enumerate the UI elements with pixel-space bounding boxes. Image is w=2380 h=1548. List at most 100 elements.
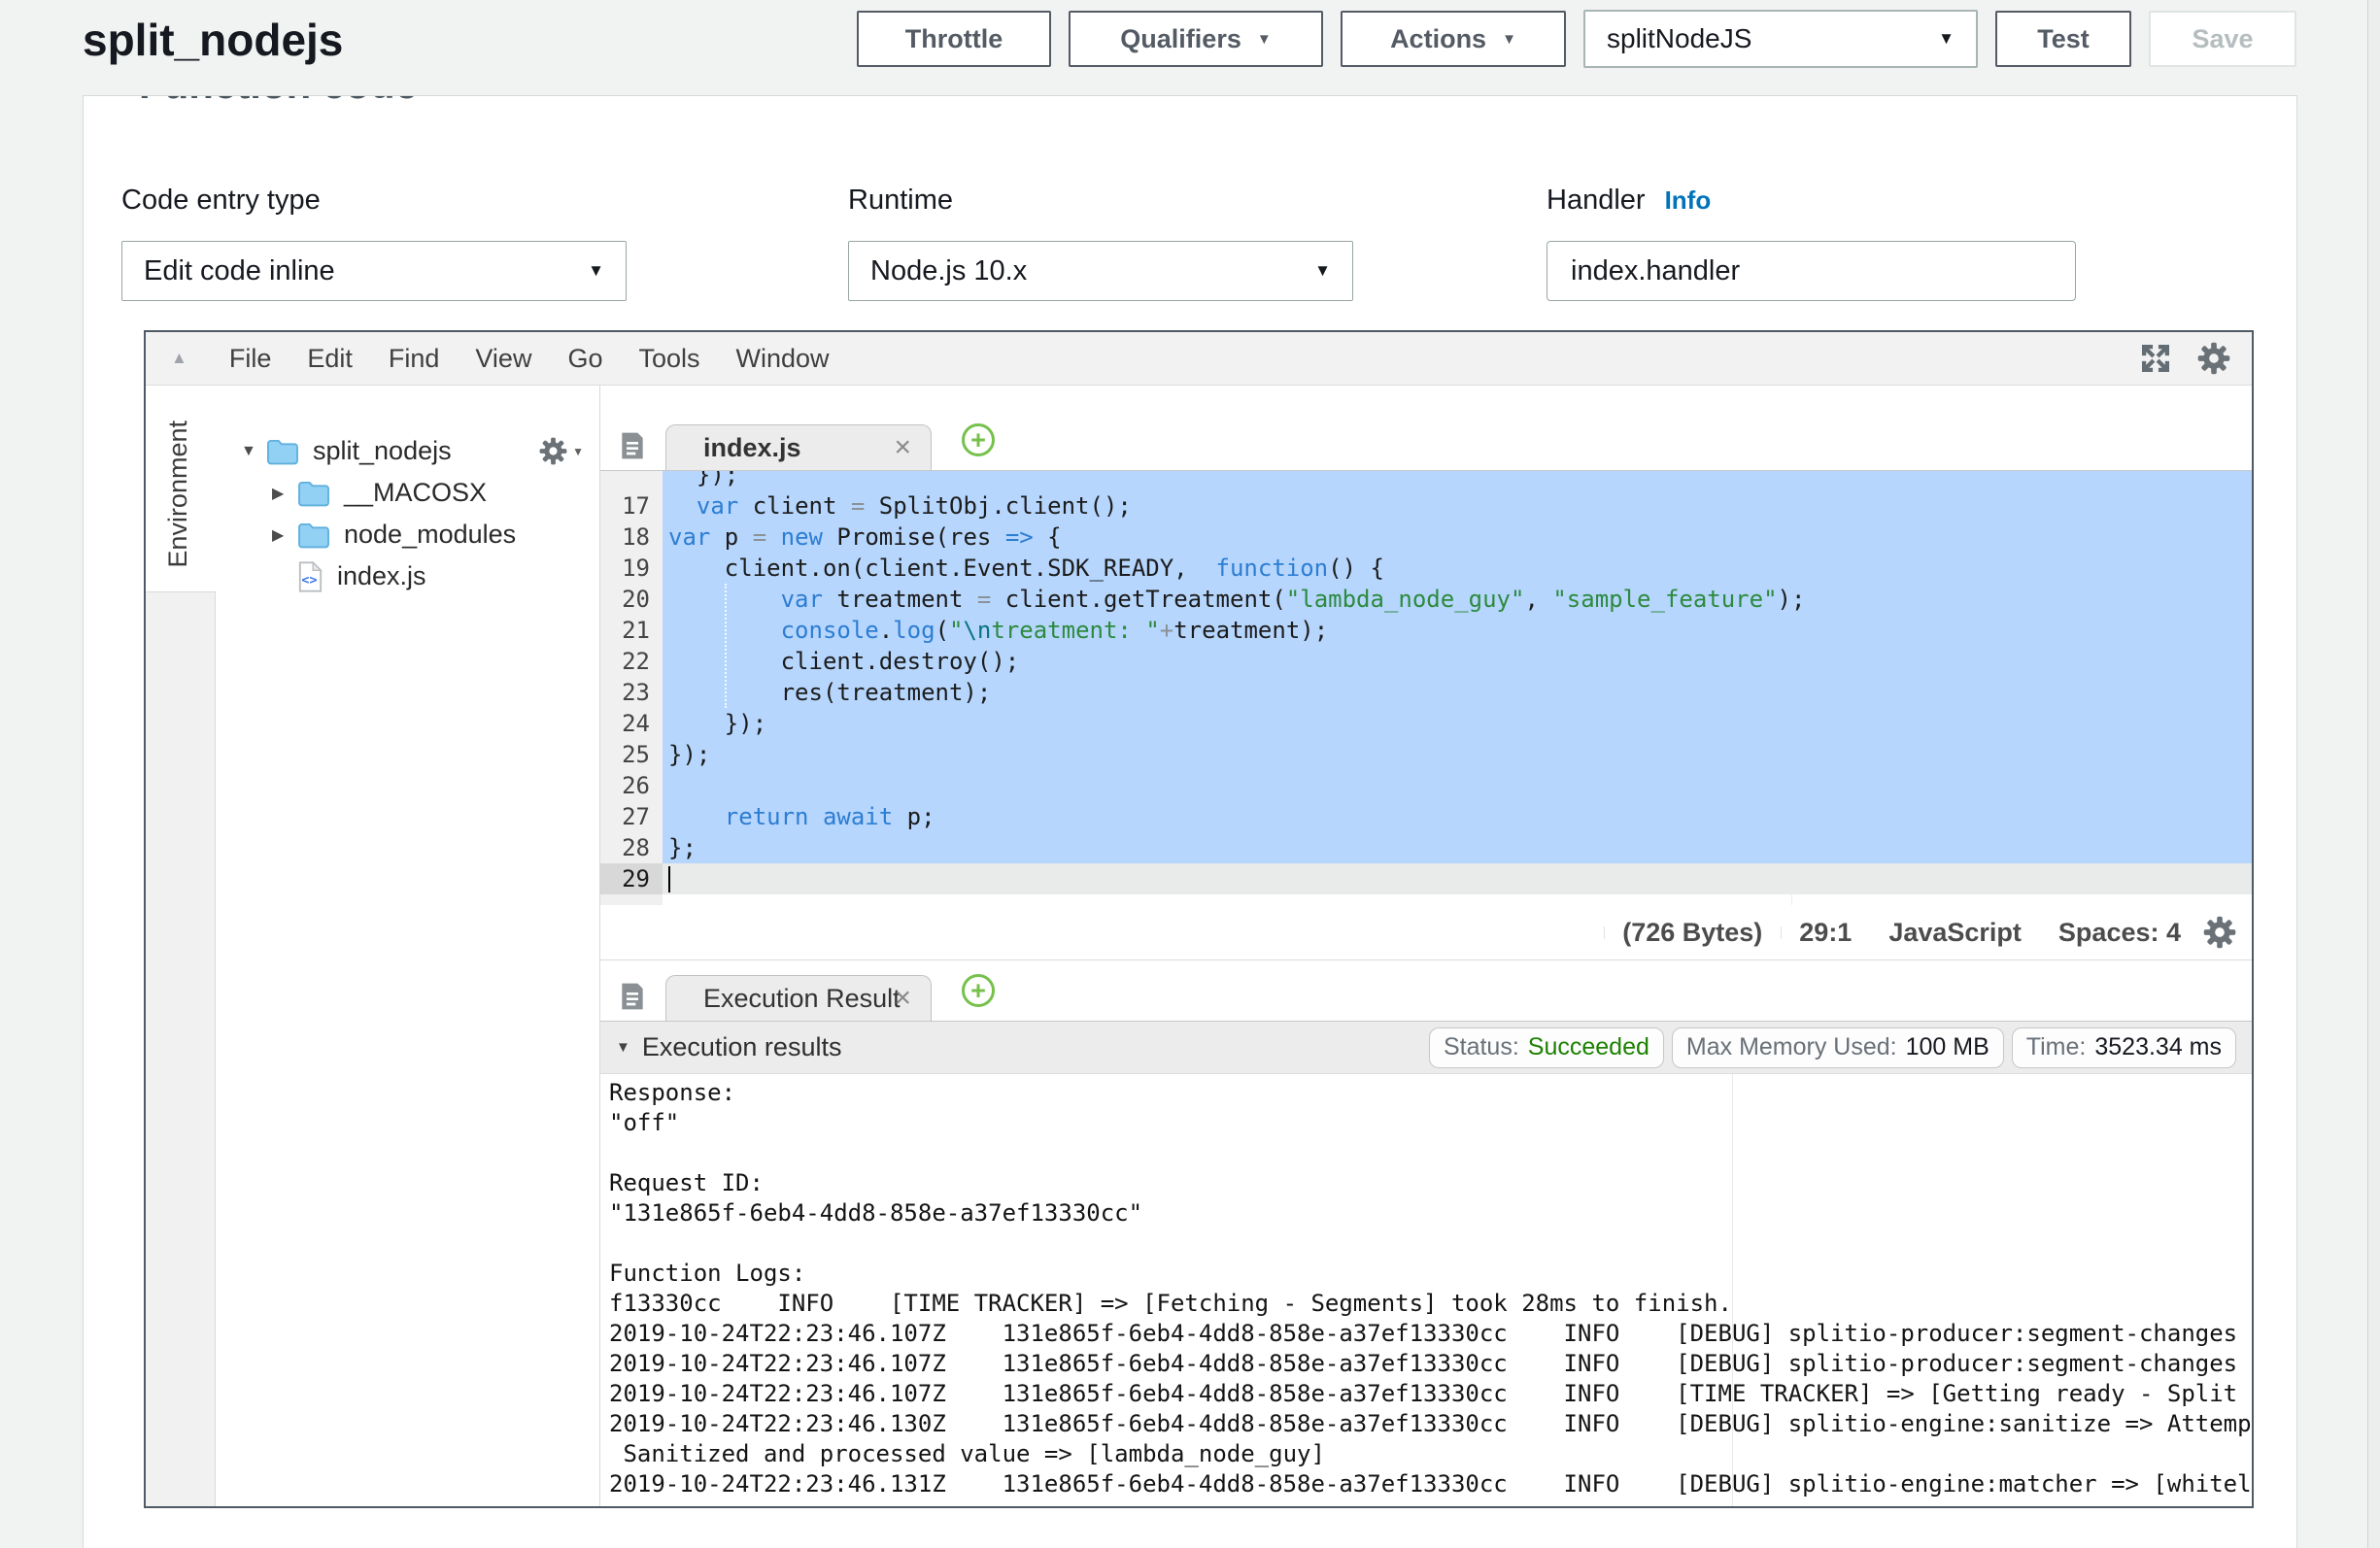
chevron-down-icon: ▼: [1938, 29, 1955, 49]
execution-results-header: ▼ Execution results Status:SucceededMax …: [600, 1022, 2252, 1074]
log-line: f13330cc INFO [TIME TRACKER] => [Fetchin…: [600, 1289, 2252, 1319]
pane-list-icon[interactable]: [616, 981, 649, 1012]
tree-item-split_nodejs[interactable]: ▼ split_nodejs ▼: [216, 430, 599, 472]
editor-settings-gear-icon[interactable]: [2197, 342, 2230, 375]
tree-item-label: node_modules: [344, 520, 516, 550]
code-line: var p = new Promise(res => {: [663, 522, 2252, 553]
line-number: 25: [600, 739, 663, 770]
test-button[interactable]: Test: [1995, 11, 2131, 67]
environment-strip: Environment: [146, 386, 216, 1506]
code-line: [663, 863, 2252, 894]
handler-value: index.handler: [1571, 255, 1740, 287]
code-lines: }); var client = SplitObj.client();var p…: [663, 471, 2252, 894]
handler-info-link[interactable]: Info: [1665, 185, 1712, 216]
menu-go[interactable]: Go: [567, 344, 602, 374]
line-number: 23: [600, 677, 663, 708]
code-line: var client = SplitObj.client();: [663, 490, 2252, 522]
runtime-select[interactable]: Node.js 10.x ▼: [848, 241, 1353, 301]
code-line: return await p;: [663, 801, 2252, 832]
handler-input[interactable]: index.handler: [1547, 241, 2076, 301]
chevron-down-icon: ▼: [588, 261, 604, 281]
status-badge: Max Memory Used:100 MB: [1672, 1027, 2004, 1068]
cursor-position[interactable]: 29:1: [1781, 918, 1870, 948]
tree-settings-gear-icon[interactable]: ▼: [539, 437, 584, 465]
page-scrollbar[interactable]: [2367, 0, 2380, 1548]
folder-icon: [297, 522, 330, 549]
new-tab-button[interactable]: +: [962, 974, 995, 1007]
test-event-value: splitNodeJS: [1607, 23, 1751, 54]
menu-window[interactable]: Window: [736, 344, 830, 374]
function-code-card: Function code Code entry type Edit code …: [83, 95, 2297, 1548]
test-event-select[interactable]: splitNodeJS ▼: [1583, 10, 1978, 68]
tree-item-node_modules[interactable]: ▶ node_modules: [216, 514, 599, 555]
runtime-label: Runtime: [848, 185, 953, 217]
collapse-menubar-icon[interactable]: ▲: [171, 349, 187, 368]
code-entry-type-value: Edit code inline: [144, 255, 335, 287]
save-label: Save: [2192, 24, 2253, 54]
status-badge: Time:3523.34 ms: [2012, 1027, 2236, 1068]
pane-list-icon[interactable]: [616, 430, 649, 461]
code-entry-type-select[interactable]: Edit code inline ▼: [121, 241, 627, 301]
log-line: 2019-10-24T22:23:46.107Z 131e865f-6eb4-4…: [600, 1349, 2252, 1379]
tree-item-label: __MACOSX: [344, 478, 487, 508]
menu-tools[interactable]: Tools: [638, 344, 699, 374]
indent-setting[interactable]: Spaces: 4: [2040, 918, 2199, 948]
execution-results-log[interactable]: Response:"off"Request ID:"131e865f-6eb4-…: [600, 1074, 2252, 1508]
close-icon[interactable]: ×: [894, 431, 911, 464]
tree-item-label: index.js: [337, 561, 426, 591]
log-line: 2019-10-24T22:23:46.107Z 131e865f-6eb4-4…: [600, 1379, 2252, 1409]
menu-edit[interactable]: Edit: [307, 344, 353, 374]
result-badges: Status:SucceededMax Memory Used:100 MBTi…: [1429, 1027, 2236, 1068]
fullscreen-icon[interactable]: [2137, 340, 2174, 377]
file-size: (726 Bytes): [1604, 918, 1781, 948]
lambda-console: split_nodejs Throttle Qualifiers ▼ Actio…: [0, 0, 2380, 1548]
log-line: 2019-10-24T22:23:46.130Z 131e865f-6eb4-4…: [600, 1409, 2252, 1439]
new-tab-button[interactable]: +: [962, 423, 995, 456]
editor-body: Environment ▼ split_nodejs ▼ ▶ __MACOSX ▶ node…: [146, 386, 2252, 1506]
svg-text:<>: <>: [301, 573, 317, 588]
text-cursor: [668, 866, 670, 892]
log-line: "131e865f-6eb4-4dd8-858e-a37ef13330cc": [600, 1198, 2252, 1228]
log-line: 2019-10-24T22:23:46.131Z 131e865f-6eb4-4…: [600, 1469, 2252, 1499]
statusbar-gear-icon[interactable]: [2203, 916, 2236, 949]
line-number: [600, 471, 663, 490]
chevron-right-icon[interactable]: ▶: [272, 525, 297, 545]
tab-label: Execution Result: [703, 984, 901, 1014]
menu-file[interactable]: File: [229, 344, 272, 374]
tree-item-index.js[interactable]: <> index.js: [216, 555, 599, 597]
throttle-button[interactable]: Throttle: [857, 11, 1051, 67]
editor-main-column: index.js × + 17181920212223242526272829 …: [600, 386, 2252, 1506]
log-lines: Response:"off"Request ID:"131e865f-6eb4-…: [600, 1078, 2252, 1499]
actions-dropdown-button[interactable]: Actions ▼: [1341, 11, 1566, 67]
tree-item-label: split_nodejs: [313, 436, 452, 466]
save-button[interactable]: Save: [2149, 11, 2296, 67]
log-line: "off": [600, 1108, 2252, 1138]
chevron-down-icon[interactable]: ▼: [616, 1039, 630, 1056]
code-editor[interactable]: 17181920212223242526272829 }); var clien…: [600, 471, 2252, 905]
chevron-down-icon[interactable]: ▼: [241, 443, 266, 460]
handler-label: Handler Info: [1547, 185, 1711, 217]
log-line: Sanitized and processed value => [lambda…: [600, 1439, 2252, 1469]
chevron-down-icon: ▼: [1257, 32, 1272, 47]
file-tree: ▼ split_nodejs ▼ ▶ __MACOSX ▶ node_modules <> in…: [216, 386, 600, 1506]
chevron-right-icon[interactable]: ▶: [272, 484, 297, 503]
language-mode[interactable]: JavaScript: [1870, 918, 2040, 948]
tab-index-js[interactable]: index.js ×: [665, 424, 932, 470]
line-number: 28: [600, 832, 663, 863]
code-line: });: [663, 708, 2252, 739]
menu-find[interactable]: Find: [389, 344, 440, 374]
qualifiers-dropdown-button[interactable]: Qualifiers ▼: [1069, 11, 1323, 67]
tab-label: index.js: [703, 433, 801, 463]
log-line: Function Logs:: [600, 1259, 2252, 1289]
line-number: 17: [600, 490, 663, 522]
line-number: 19: [600, 553, 663, 584]
editor-statusbar: (726 Bytes) 29:1 JavaScript Spaces: 4: [600, 905, 2252, 960]
tab-execution-result[interactable]: Execution Result ×: [665, 975, 932, 1021]
tree-item-__MACOSX[interactable]: ▶ __MACOSX: [216, 472, 599, 514]
log-line: 2019-10-24T22:23:46.107Z 131e865f-6eb4-4…: [600, 1319, 2252, 1349]
menu-view[interactable]: View: [475, 344, 531, 374]
js-file-icon: <>: [297, 561, 323, 592]
folder-icon: [297, 480, 330, 507]
clipped-section-heading: Function code: [139, 96, 644, 104]
close-icon[interactable]: ×: [894, 982, 911, 1015]
